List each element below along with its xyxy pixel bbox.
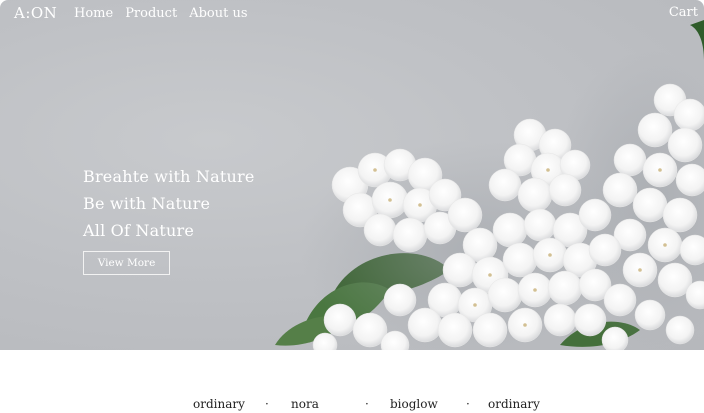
brand-logo[interactable]: A:ON: [14, 4, 57, 22]
brand-strip: ordinary · nora · bioglow · ordinary: [0, 350, 704, 413]
hero-banner: A:ON Home Product About us Cart Breahte …: [0, 0, 704, 350]
headline-line-3: All Of Nature: [83, 221, 194, 240]
main-nav: Home Product About us: [74, 6, 248, 21]
brand-item-bioglow[interactable]: bioglow: [390, 397, 438, 411]
brand-item-ordinary[interactable]: ordinary: [193, 397, 245, 411]
brand-item-ordinary-2[interactable]: ordinary: [488, 397, 540, 411]
headline-line-1: Breahte with Nature: [83, 167, 255, 186]
brand-separator: ·: [265, 397, 269, 411]
brand-separator: ·: [365, 397, 369, 411]
cart-link[interactable]: Cart: [669, 5, 698, 20]
brand-item-nora[interactable]: nora: [291, 397, 319, 411]
nav-product-link[interactable]: Product: [125, 6, 177, 21]
nav-home-link[interactable]: Home: [74, 6, 113, 21]
brand-separator: ·: [466, 397, 470, 411]
view-more-button[interactable]: View More: [83, 251, 170, 275]
hero-headline: Breahte with Nature Be with Nature All O…: [83, 163, 255, 244]
headline-line-2: Be with Nature: [83, 194, 211, 213]
nav-about-link[interactable]: About us: [189, 6, 247, 21]
landing-page: A:ON Home Product About us Cart Breahte …: [0, 0, 704, 413]
